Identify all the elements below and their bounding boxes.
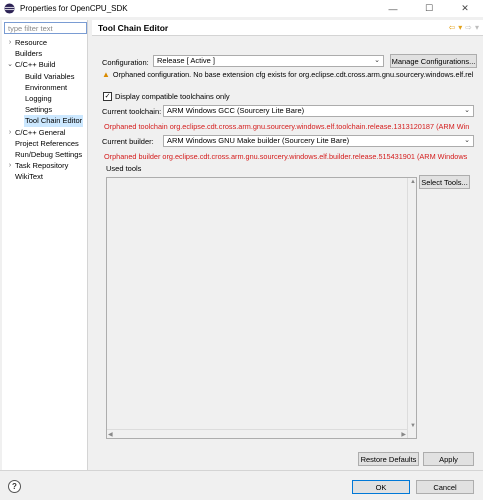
sidebar: › Resource Builders ⌄ C/C++ Build Build … (2, 20, 88, 470)
chevron-right-icon[interactable]: › (6, 160, 14, 171)
property-page: Tool Chain Editor ⇦ ▾ ⇨ ▾ Configuration:… (92, 20, 483, 468)
sidebar-item-label: Build Variables (25, 71, 75, 81)
current-builder-select[interactable]: ARM Windows GNU Make builder (Sourcery L… (163, 135, 474, 147)
sidebar-item-label: Resource (15, 38, 48, 47)
page-navigation: ⇦ ▾ ⇨ ▾ (449, 23, 479, 32)
sidebar-item-cpp-general[interactable]: › C/C++ General (2, 127, 88, 138)
scroll-down-icon[interactable]: ▼ (410, 423, 416, 429)
display-compatible-checkbox[interactable]: ✓ (103, 92, 112, 101)
horizontal-scrollbar[interactable]: ◀ ▶ (107, 429, 407, 438)
sidebar-item-label: C/C++ Build (15, 60, 56, 70)
sidebar-item-cpp-build[interactable]: ⌄ C/C++ Build (2, 59, 88, 70)
configuration-value: Release [ Active ] (157, 56, 215, 65)
sidebar-item-run-debug-settings[interactable]: Run/Debug Settings (2, 149, 88, 160)
sidebar-item-label: Environment (25, 82, 68, 92)
scroll-left-icon[interactable]: ◀ (108, 431, 113, 438)
window-title: Properties for OpenCPU_SDK (20, 4, 128, 13)
window-controls: — ☐ ✕ (375, 0, 483, 17)
sidebar-item-task-repository[interactable]: › Task Repository (2, 160, 88, 171)
sidebar-item-label: WikiText (15, 172, 43, 182)
sidebar-item-wikitext[interactable]: WikiText (2, 171, 88, 182)
current-builder-label: Current builder: (102, 137, 154, 146)
page-title: Tool Chain Editor (98, 23, 169, 33)
current-toolchain-value: ARM Windows GCC (Sourcery Lite Bare) (167, 106, 305, 115)
dialog-footer: ? OK Cancel (0, 470, 483, 500)
sidebar-item-label: C/C++ General (15, 127, 66, 137)
chevron-down-icon[interactable]: ⌄ (6, 59, 14, 70)
sidebar-item-label: Tool Chain Editor (24, 115, 84, 127)
orphan-config-warning-row: ▲ Orphaned configuration. No base extensi… (102, 70, 473, 79)
manage-configurations-button[interactable]: Manage Configurations... (390, 54, 477, 68)
sidebar-item-label: Settings (25, 105, 53, 115)
window-titlebar: Properties for OpenCPU_SDK — ☐ ✕ (0, 0, 483, 17)
scroll-right-icon[interactable]: ▶ (401, 431, 406, 438)
current-toolchain-select[interactable]: ARM Windows GCC (Sourcery Lite Bare) ⌄ (163, 105, 474, 117)
back-arrow-icon[interactable]: ⇦ (449, 23, 456, 32)
page-header: Tool Chain Editor ⇦ ▾ ⇨ ▾ (92, 20, 483, 36)
sidebar-item-label: Task Repository (15, 161, 69, 171)
forward-arrow-icon[interactable]: ⇨ (465, 23, 472, 32)
sidebar-item-project-references[interactable]: Project References (2, 138, 88, 149)
sidebar-item-environment[interactable]: Environment (2, 82, 88, 93)
warning-icon: ▲ (102, 70, 110, 79)
sidebar-item-label: Builders (15, 49, 43, 59)
used-tools-list[interactable]: ▲ ▼ ◀ ▶ (106, 177, 417, 439)
vertical-scrollbar[interactable]: ▲ ▼ (407, 178, 416, 438)
sidebar-item-settings[interactable]: Settings (2, 104, 88, 115)
maximize-button[interactable]: ☐ (411, 0, 447, 17)
display-compatible-label: Display compatible toolchains only (115, 92, 230, 101)
sidebar-item-logging[interactable]: Logging (2, 93, 88, 104)
sidebar-item-label: Logging (25, 93, 52, 103)
dropdown-arrow-icon: ⌄ (464, 107, 470, 114)
scroll-up-icon[interactable]: ▲ (410, 179, 416, 185)
current-toolchain-label: Current toolchain: (102, 107, 162, 116)
chevron-right-icon[interactable]: › (6, 127, 14, 138)
forward-menu-icon[interactable]: ▾ (475, 23, 479, 32)
configuration-select[interactable]: Release [ Active ] ⌄ (153, 55, 384, 67)
close-button[interactable]: ✕ (447, 0, 483, 17)
filter-input[interactable] (4, 22, 87, 34)
ok-button[interactable]: OK (352, 480, 410, 494)
current-builder-value: ARM Windows GNU Make builder (Sourcery L… (167, 136, 350, 145)
eclipse-app-icon (4, 3, 15, 14)
sidebar-item-tool-chain-editor[interactable]: Tool Chain Editor (2, 115, 88, 127)
orphan-toolchain-warning: Orphaned toolchain org.eclipse.cdt.cross… (104, 122, 470, 131)
sidebar-item-label: Run/Debug Settings (15, 149, 83, 159)
minimize-button[interactable]: — (375, 0, 411, 17)
apply-button[interactable]: Apply (423, 452, 474, 466)
property-tree: › Resource Builders ⌄ C/C++ Build Build … (2, 37, 88, 182)
cancel-button[interactable]: Cancel (416, 480, 474, 494)
restore-defaults-button[interactable]: Restore Defaults (358, 452, 419, 466)
sidebar-item-label: Project References (15, 138, 79, 148)
back-menu-icon[interactable]: ▾ (458, 23, 462, 32)
sidebar-item-resource[interactable]: › Resource (2, 37, 88, 48)
select-tools-button[interactable]: Select Tools... (419, 175, 470, 189)
dropdown-arrow-icon: ⌄ (374, 57, 380, 64)
sidebar-item-build-variables[interactable]: Build Variables (2, 71, 88, 82)
dropdown-arrow-icon: ⌄ (464, 137, 470, 144)
orphan-builder-warning: Orphaned builder org.eclipse.cdt.cross.a… (104, 152, 468, 161)
orphan-config-warning: Orphaned configuration. No base extensio… (112, 70, 474, 79)
chevron-right-icon[interactable]: › (6, 37, 14, 48)
sidebar-item-builders[interactable]: Builders (2, 48, 88, 59)
help-icon[interactable]: ? (8, 480, 21, 493)
used-tools-label: Used tools (106, 164, 142, 173)
configuration-label: Configuration: (102, 58, 149, 67)
